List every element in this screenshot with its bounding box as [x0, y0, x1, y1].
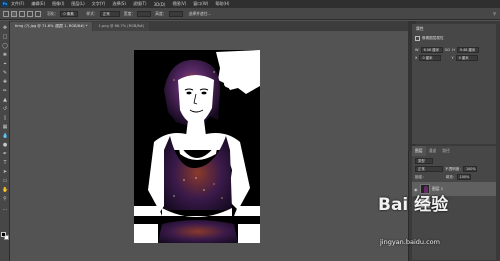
- menu-help[interactable]: 帮助(H): [215, 1, 229, 7]
- x-label: X: [415, 56, 418, 60]
- tab-document-2[interactable]: 1.png @ 66.7% (RGB/8#): [93, 22, 150, 31]
- layers-panel-tabs: 图层 通道 路径: [412, 146, 496, 156]
- eyedropper-icon[interactable]: ✎: [2, 70, 8, 76]
- menu-view[interactable]: 视图(V): [172, 1, 186, 7]
- new-selection-icon[interactable]: [11, 10, 17, 17]
- menu-image[interactable]: 图像(I): [52, 1, 64, 7]
- feather-input[interactable]: 0 像素: [60, 10, 79, 17]
- pixel-layer-icon: [415, 36, 420, 41]
- fill-input[interactable]: 100%: [456, 174, 471, 180]
- healing-icon[interactable]: ✚: [2, 79, 8, 85]
- feather-label: 羽化：: [47, 10, 59, 16]
- properties-panel: 属性 像素图层属性 W 6.06 厘米 GO H 9.48 厘米 X 0 厘米 …: [412, 24, 496, 144]
- tab-layers[interactable]: 图层: [412, 146, 426, 156]
- options-bar: 羽化： 0 像素 样式： 正常 宽度： 高度： 选择并遮住... ⚲: [0, 8, 500, 20]
- menu-layer[interactable]: 图层(L): [71, 1, 84, 7]
- tab-channels[interactable]: 通道: [426, 146, 440, 156]
- properties-title: 属性: [416, 26, 424, 31]
- select-and-mask-button[interactable]: 选择并遮住...: [189, 11, 212, 17]
- tab-document-1[interactable]: timg (7).jpg @ 71.6% (图层 1, RGB/8#) *: [10, 22, 93, 31]
- type-icon[interactable]: T: [2, 160, 8, 166]
- marquee-tool-icon[interactable]: [3, 10, 9, 17]
- opacity-label: 不透明度：: [445, 166, 463, 171]
- width-label: 宽度：: [123, 10, 136, 16]
- link-icon[interactable]: GO: [445, 48, 451, 52]
- menu-window[interactable]: 窗口(W): [193, 1, 208, 7]
- menu-file[interactable]: 文件(F): [11, 1, 24, 7]
- menu-edit[interactable]: 编辑(E): [31, 1, 45, 7]
- width-input[interactable]: [137, 10, 152, 17]
- intersect-selection-icon[interactable]: [35, 10, 41, 17]
- style-select[interactable]: 正常: [99, 10, 120, 17]
- lock-label: 锁定：: [415, 174, 426, 179]
- menu-select[interactable]: 选择(S): [112, 1, 126, 7]
- fill-label: 填充：: [445, 174, 457, 179]
- document-tabs: timg (7).jpg @ 71.6% (图层 1, RGB/8#) * 1.…: [10, 21, 408, 31]
- h-input[interactable]: 9.48 厘米: [456, 47, 479, 53]
- pen-icon[interactable]: ✒: [2, 151, 8, 157]
- style-label: 样式：: [86, 10, 98, 16]
- menu-type[interactable]: 文字(Y): [92, 1, 106, 7]
- eraser-icon[interactable]: ▯: [2, 115, 8, 121]
- height-input[interactable]: [168, 10, 183, 17]
- watermark-url: jingyan.baidu.com: [380, 238, 440, 246]
- stamp-icon[interactable]: ▲: [2, 97, 8, 103]
- x-input[interactable]: 0 厘米: [419, 55, 442, 61]
- shape-icon[interactable]: ▭: [2, 178, 8, 184]
- watermark-brand: Bai 经验: [378, 195, 449, 215]
- move-icon[interactable]: ✥: [2, 25, 8, 31]
- properties-subtitle: 像素图层属性: [422, 36, 444, 40]
- h-label: H: [452, 48, 455, 52]
- crop-icon[interactable]: ⌖: [2, 61, 8, 67]
- menu-bar: Ps 文件(F) 编辑(E) 图像(I) 图层(L) 文字(Y) 选择(S) 滤…: [0, 0, 500, 8]
- lasso-icon[interactable]: ◯: [2, 43, 8, 49]
- baidu-jingyan-watermark: Bai 经验 jingyan.baidu.com: [378, 190, 482, 260]
- blend-mode-select[interactable]: 正常: [415, 166, 443, 172]
- document-canvas[interactable]: [134, 50, 260, 243]
- hand-icon[interactable]: ✋: [2, 187, 8, 193]
- gradient-icon[interactable]: ▦: [2, 124, 8, 130]
- w-input[interactable]: 6.06 厘米: [420, 47, 443, 53]
- y-label: Y: [451, 56, 454, 60]
- blur-icon[interactable]: 💧: [2, 133, 8, 139]
- zoom-icon[interactable]: ⚲: [2, 196, 8, 202]
- more-icon[interactable]: ⋯: [2, 207, 8, 213]
- layer-kind-filter[interactable]: 类型: [415, 158, 433, 164]
- path-select-icon[interactable]: ➤: [2, 169, 8, 175]
- add-selection-icon[interactable]: [19, 10, 25, 17]
- y-input[interactable]: 0 厘米: [455, 55, 478, 61]
- brush-icon[interactable]: ✏: [2, 88, 8, 94]
- opacity-input[interactable]: 100%: [462, 166, 477, 172]
- menu-filter[interactable]: 滤镜(T): [133, 1, 147, 7]
- quick-select-icon[interactable]: ❀: [2, 52, 8, 58]
- history-brush-icon[interactable]: ↺: [2, 106, 8, 112]
- search-icon[interactable]: ⚲: [493, 11, 496, 16]
- menu-3d[interactable]: 3D(D): [154, 2, 166, 7]
- tab-paths[interactable]: 路径: [439, 146, 453, 156]
- marquee-icon[interactable]: □: [2, 34, 8, 40]
- foreground-color-swatch[interactable]: [1, 232, 6, 237]
- subtract-selection-icon[interactable]: [27, 10, 33, 17]
- canvas-artwork: [134, 50, 260, 243]
- tools-panel: ✥ □ ◯ ❀ ⌖ ✎ ✚ ✏ ▲ ↺ ▯ ▦ 💧 ● ✒ T ➤ ▭ ✋ ⚲ …: [0, 21, 10, 261]
- dodge-icon[interactable]: ●: [2, 142, 8, 148]
- w-label: W: [415, 48, 419, 52]
- app-logo: Ps: [2, 1, 8, 7]
- height-label: 高度：: [155, 10, 167, 16]
